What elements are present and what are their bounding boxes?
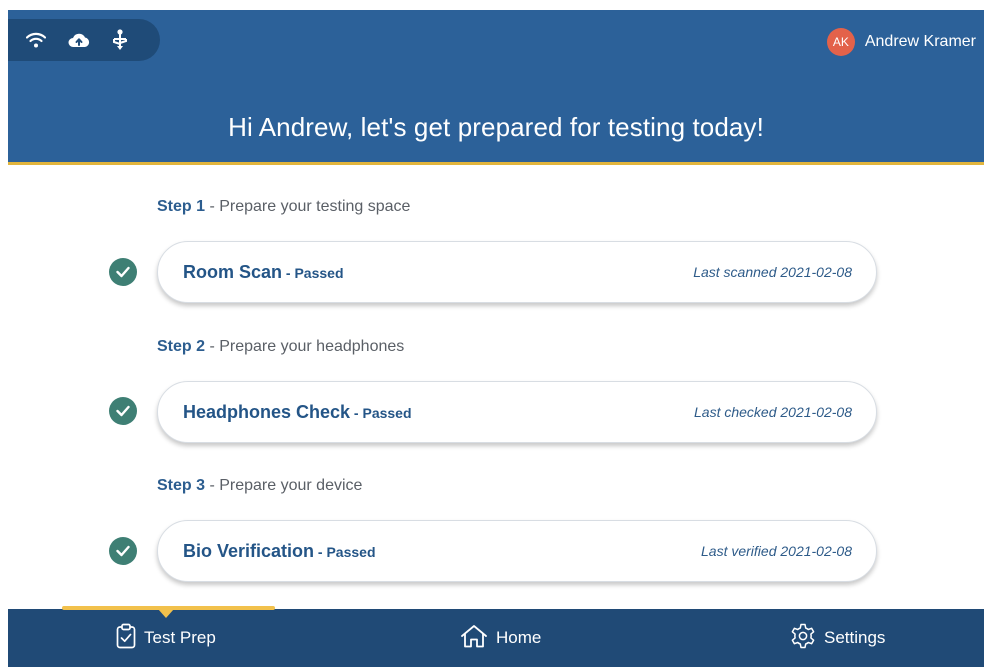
card-heading: Room Scan - Passed — [183, 262, 344, 283]
check-icon — [109, 258, 137, 286]
cloud-upload-icon — [68, 32, 90, 48]
room-scan-card[interactable]: Room Scan - Passed Last scanned 2021-02-… — [157, 241, 877, 303]
bio-verification-card[interactable]: Bio Verification - Passed Last verified … — [157, 520, 877, 582]
status-badge: - Passed — [314, 543, 376, 560]
status-indicators — [8, 19, 160, 61]
tab-settings[interactable]: Settings — [790, 609, 885, 667]
card-heading: Bio Verification - Passed — [183, 541, 376, 562]
step-3-number: Step 3 — [157, 477, 206, 494]
user-name: Andrew Kramer — [864, 33, 976, 50]
page-title: Hi Andrew, let's get prepared for testin… — [228, 112, 764, 142]
step-3-label: Step 3 - Prepare your device — [157, 477, 362, 495]
check-icon — [109, 397, 137, 425]
step-2-number: Step 2 — [157, 338, 206, 355]
bottom-nav: Test Prep Home Settings — [8, 606, 984, 667]
step-1-description: - Prepare your testing space — [205, 198, 411, 215]
check-icon — [109, 537, 137, 565]
step-2-description: - Prepare your headphones — [205, 338, 405, 355]
header-bar: AK Andrew Kramer Hi Andrew, let's get pr… — [8, 10, 984, 165]
tab-home-label: Home — [496, 628, 542, 647]
status-badge: - Passed — [282, 264, 344, 281]
step-1-label: Step 1 - Prepare your testing space — [157, 198, 410, 216]
card-title: Bio Verification — [183, 540, 315, 561]
gear-icon — [790, 623, 816, 654]
last-scanned-date: Last scanned 2021-02-08 — [693, 264, 852, 280]
home-icon — [460, 624, 488, 653]
card-title: Room Scan — [183, 261, 283, 282]
user-menu[interactable]: AK Andrew Kramer — [826, 27, 976, 57]
clipboard-check-icon — [116, 623, 136, 654]
card-title: Headphones Check — [183, 401, 351, 422]
avatar: AK — [826, 28, 855, 56]
usb-icon — [112, 29, 128, 51]
step-2-label: Step 2 - Prepare your headphones — [157, 338, 404, 356]
tab-home[interactable]: Home — [460, 609, 541, 667]
tab-test-prep-label: Test Prep — [144, 628, 216, 647]
last-verified-date: Last verified 2021-02-08 — [701, 543, 852, 559]
tab-settings-label: Settings — [824, 628, 886, 647]
step-1-number: Step 1 — [157, 198, 206, 215]
tab-test-prep[interactable]: Test Prep — [116, 609, 216, 667]
status-badge: - Passed — [350, 404, 412, 421]
step-3-description: - Prepare your device — [205, 477, 363, 494]
headphones-check-card[interactable]: Headphones Check - Passed Last checked 2… — [157, 381, 877, 443]
card-heading: Headphones Check - Passed — [183, 402, 412, 423]
last-checked-date: Last checked 2021-02-08 — [694, 404, 852, 420]
wifi-icon — [26, 32, 46, 48]
